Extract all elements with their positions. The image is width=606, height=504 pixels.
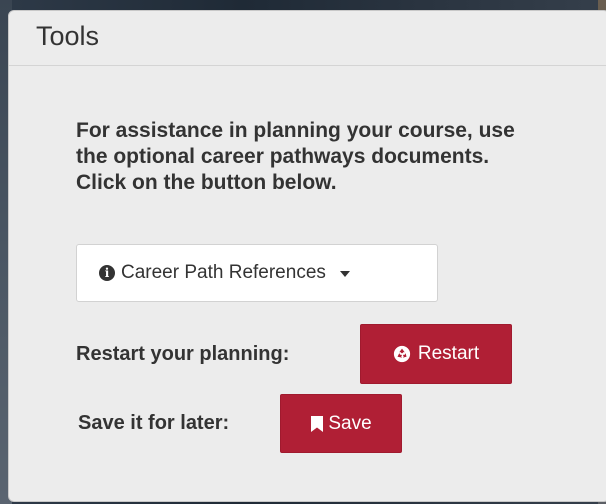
save-button[interactable]: Save [280, 394, 402, 453]
restart-button[interactable]: Restart [360, 324, 512, 384]
dropdown-label: Career Path References [121, 262, 326, 283]
panel-title: Tools [36, 20, 100, 51]
caret-down-icon [339, 271, 350, 277]
restart-button-label: Restart [417, 343, 480, 364]
save-prompt: Save it for later: [78, 412, 230, 434]
info-circle-icon: i [99, 265, 115, 281]
save-button-label: Save [328, 412, 372, 434]
career-path-dropdown-button[interactable]: i Career Path References [76, 244, 438, 302]
restart-prompt: Restart your planning: [76, 343, 290, 365]
bookmark-icon [311, 415, 324, 432]
tools-panel: Tools For assistance in planning your co… [8, 10, 606, 502]
assistance-text: For assistance in planning your course, … [76, 119, 515, 194]
panel-header: Tools [9, 11, 606, 66]
recycle-icon [393, 345, 410, 363]
